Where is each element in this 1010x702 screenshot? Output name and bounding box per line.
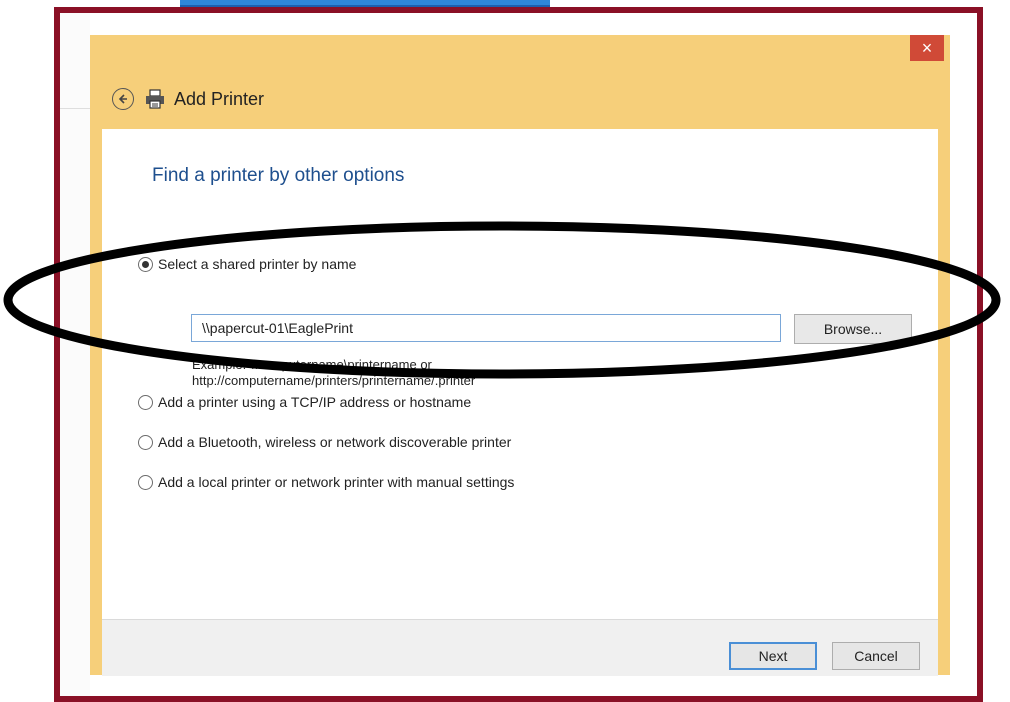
option-shared-printer[interactable]: Select a shared printer by name	[138, 256, 356, 272]
background-divider	[60, 108, 90, 109]
back-arrow-icon[interactable]	[112, 88, 134, 110]
close-button[interactable]: ×	[910, 35, 944, 61]
close-icon: ×	[921, 38, 933, 58]
shared-printer-name-input[interactable]	[191, 314, 781, 342]
radio-selected-icon[interactable]	[138, 256, 153, 272]
printer-icon	[146, 89, 164, 109]
example-line-2: http://computername/printers/printername…	[192, 373, 476, 388]
background-window	[60, 13, 90, 696]
radio-empty-icon[interactable]	[138, 474, 153, 490]
add-printer-dialog: × Add Printer Find a printer by other op…	[90, 35, 950, 676]
option-label: Add a printer using a TCP/IP address or …	[158, 394, 472, 410]
next-button[interactable]: Next	[729, 642, 817, 670]
example-hint: Example: \\computername\printername or h…	[192, 357, 475, 389]
example-line-1: Example: \\computername\printername or	[192, 357, 432, 372]
dialog-titlebar: Add Printer	[112, 87, 264, 111]
browse-button[interactable]: Browse...	[794, 314, 912, 344]
dialog-content: Find a printer by other options Select a…	[102, 129, 938, 619]
option-label: Select a shared printer by name	[158, 256, 357, 272]
option-bluetooth-wireless[interactable]: Add a Bluetooth, wireless or network dis…	[138, 434, 511, 450]
dialog-title: Add Printer	[174, 88, 265, 109]
option-label: Add a local printer or network printer w…	[158, 474, 515, 490]
option-label: Add a Bluetooth, wireless or network dis…	[158, 434, 512, 450]
dialog-footer: Next Cancel	[102, 619, 938, 676]
option-tcp-ip[interactable]: Add a printer using a TCP/IP address or …	[138, 394, 471, 410]
radio-empty-icon[interactable]	[138, 394, 153, 410]
screenshot-frame: × Add Printer Find a printer by other op…	[54, 7, 983, 702]
radio-empty-icon[interactable]	[138, 434, 153, 450]
cancel-button[interactable]: Cancel	[832, 642, 920, 670]
top-link-fragment	[180, 0, 550, 7]
option-local-printer[interactable]: Add a local printer or network printer w…	[138, 474, 514, 490]
page-heading: Find a printer by other options	[152, 165, 405, 186]
